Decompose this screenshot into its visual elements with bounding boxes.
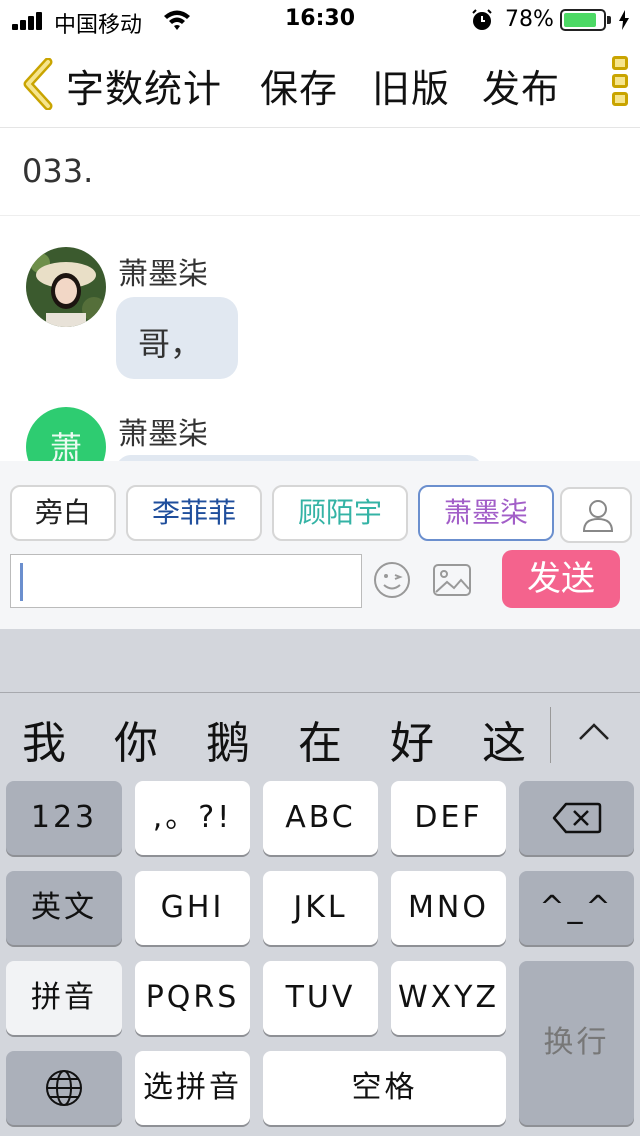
send-button[interactable]: 发送 xyxy=(502,550,620,608)
image-icon[interactable] xyxy=(432,562,472,598)
message-input[interactable] xyxy=(10,554,362,608)
candidate-divider xyxy=(550,707,551,763)
key-select-pinyin[interactable]: 选拼音 xyxy=(135,1051,250,1125)
alarm-icon xyxy=(472,9,492,30)
message-sender-name: 萧墨柒 xyxy=(118,417,208,452)
key-123[interactable]: 123 xyxy=(6,781,122,855)
pinyin-keyboard: 我 你 鹅 在 好 这 123 ,。?! ABC DEF 英文 GHI JKL … xyxy=(0,629,640,1136)
composer-panel: 旁白 李菲菲 顾陌宇 萧墨柒 发送 xyxy=(0,461,640,629)
avatar[interactable] xyxy=(26,247,106,327)
key-english[interactable]: 英文 xyxy=(6,871,122,945)
globe-key[interactable] xyxy=(6,1051,122,1125)
battery-icon xyxy=(560,9,611,31)
person-icon xyxy=(582,500,614,532)
candidate-word[interactable]: 好 xyxy=(390,707,434,771)
candidate-word[interactable]: 这 xyxy=(482,707,526,771)
status-bar: 中国移动 16:30 78% xyxy=(0,0,640,40)
emoji-icon[interactable] xyxy=(372,560,412,600)
key-ghi[interactable]: GHI xyxy=(135,871,250,945)
editor-nav-bar: 字数统计 保存 旧版 发布 xyxy=(0,40,640,128)
key-emoticon[interactable]: ^_^ xyxy=(519,871,634,945)
old-version-button[interactable]: 旧版 xyxy=(372,58,450,113)
candidate-bar: 我 你 鹅 在 好 这 xyxy=(0,693,640,779)
chapter-title: 033. xyxy=(22,152,94,190)
message-text: 哥， xyxy=(138,325,203,363)
candidate-word[interactable]: 在 xyxy=(298,707,342,771)
publish-button[interactable]: 发布 xyxy=(482,58,560,113)
chat-list[interactable]: 萧墨柒 哥， 萧 萧墨柒 xyxy=(0,217,640,461)
backspace-key[interactable] xyxy=(519,781,634,855)
key-pqrs[interactable]: PQRS xyxy=(135,961,250,1035)
backspace-icon xyxy=(552,802,601,834)
candidate-word[interactable]: 我 xyxy=(22,707,66,771)
key-punctuation[interactable]: ,。?! xyxy=(135,781,250,855)
text-caret xyxy=(20,563,23,601)
role-chip-narrator[interactable]: 旁白 xyxy=(10,485,116,541)
key-mno[interactable]: MNO xyxy=(391,871,506,945)
key-pinyin[interactable]: 拼音 xyxy=(6,961,122,1035)
battery-percent: 78% xyxy=(505,7,554,32)
word-count-button[interactable]: 字数统计 xyxy=(66,58,222,113)
chevron-up-icon[interactable] xyxy=(574,713,614,753)
save-button[interactable]: 保存 xyxy=(260,58,338,113)
key-def[interactable]: DEF xyxy=(391,781,506,855)
key-abc[interactable]: ABC xyxy=(263,781,378,855)
avatar[interactable]: 萧 xyxy=(26,407,106,461)
space-key[interactable]: 空格 xyxy=(263,1051,506,1125)
role-chip-xiao-moqi[interactable]: 萧墨柒 xyxy=(418,485,554,541)
avatar-initial: 萧 xyxy=(49,429,82,461)
globe-icon xyxy=(46,1070,82,1106)
message-sender-name: 萧墨柒 xyxy=(118,257,208,292)
message-bubble[interactable]: 哥， xyxy=(116,297,238,379)
newline-key[interactable]: 换行 xyxy=(519,961,634,1125)
candidate-word[interactable]: 你 xyxy=(114,707,158,771)
candidate-word[interactable]: 鹅 xyxy=(206,707,250,771)
chapter-title-row[interactable]: 033. xyxy=(0,128,640,216)
more-menu-icon[interactable] xyxy=(612,56,632,112)
back-chevron-icon[interactable] xyxy=(20,58,56,110)
charging-bolt-icon xyxy=(619,10,629,30)
role-chip-li-feifei[interactable]: 李菲菲 xyxy=(126,485,262,541)
role-chip-gu-moyu[interactable]: 顾陌宇 xyxy=(272,485,408,541)
key-jkl[interactable]: JKL xyxy=(263,871,378,945)
key-tuv[interactable]: TUV xyxy=(263,961,378,1035)
add-role-button[interactable] xyxy=(560,487,632,543)
key-wxyz[interactable]: WXYZ xyxy=(391,961,506,1035)
keyboard-input-preview xyxy=(0,629,640,693)
